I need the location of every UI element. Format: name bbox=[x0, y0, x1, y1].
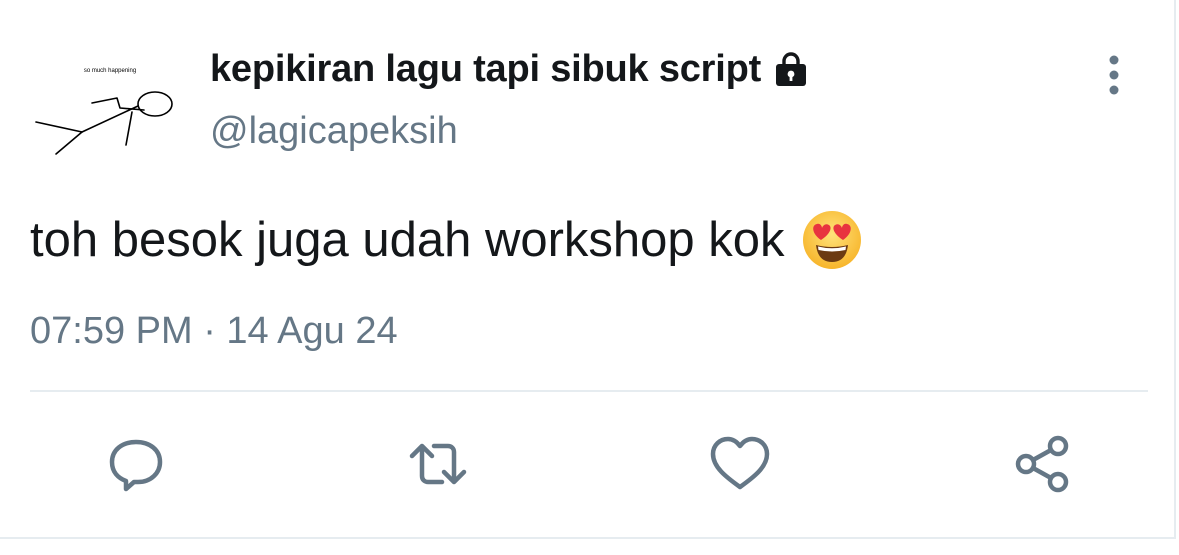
display-name[interactable]: kepikiran lagu tapi sibuk script bbox=[210, 48, 761, 91]
tweet-card: so much happening kepikiran lagu tapi si… bbox=[0, 0, 1176, 539]
heart-eyes-emoji-icon bbox=[802, 211, 861, 269]
author-row[interactable]: kepikiran lagu tapi sibuk script bbox=[210, 44, 811, 94]
avatar[interactable]: so much happening bbox=[22, 50, 182, 170]
more-vertical-icon bbox=[1109, 55, 1119, 95]
stick-figure-avatar-icon: so much happening bbox=[35, 68, 173, 155]
more-options-button[interactable] bbox=[1096, 52, 1132, 98]
lock-icon bbox=[776, 52, 807, 86]
divider bbox=[30, 390, 1148, 392]
tweet-timestamp[interactable]: 07:59 PM · 14 Agu 24 bbox=[30, 310, 398, 353]
heart-icon bbox=[710, 436, 770, 490]
retweet-icon bbox=[409, 443, 467, 485]
retweet-button[interactable] bbox=[406, 432, 470, 496]
like-button[interactable] bbox=[708, 432, 772, 496]
share-icon bbox=[1015, 435, 1069, 493]
reply-button[interactable] bbox=[104, 432, 168, 496]
reply-icon bbox=[109, 439, 163, 492]
tweet-text: toh besok juga udah workshop kok bbox=[30, 213, 785, 267]
author-handle[interactable]: @lagicapeksih bbox=[210, 110, 458, 153]
tweet-body: toh besok juga udah workshop kok bbox=[30, 208, 863, 272]
avatar-caption: so much happening bbox=[84, 68, 136, 74]
share-button[interactable] bbox=[1012, 432, 1076, 496]
